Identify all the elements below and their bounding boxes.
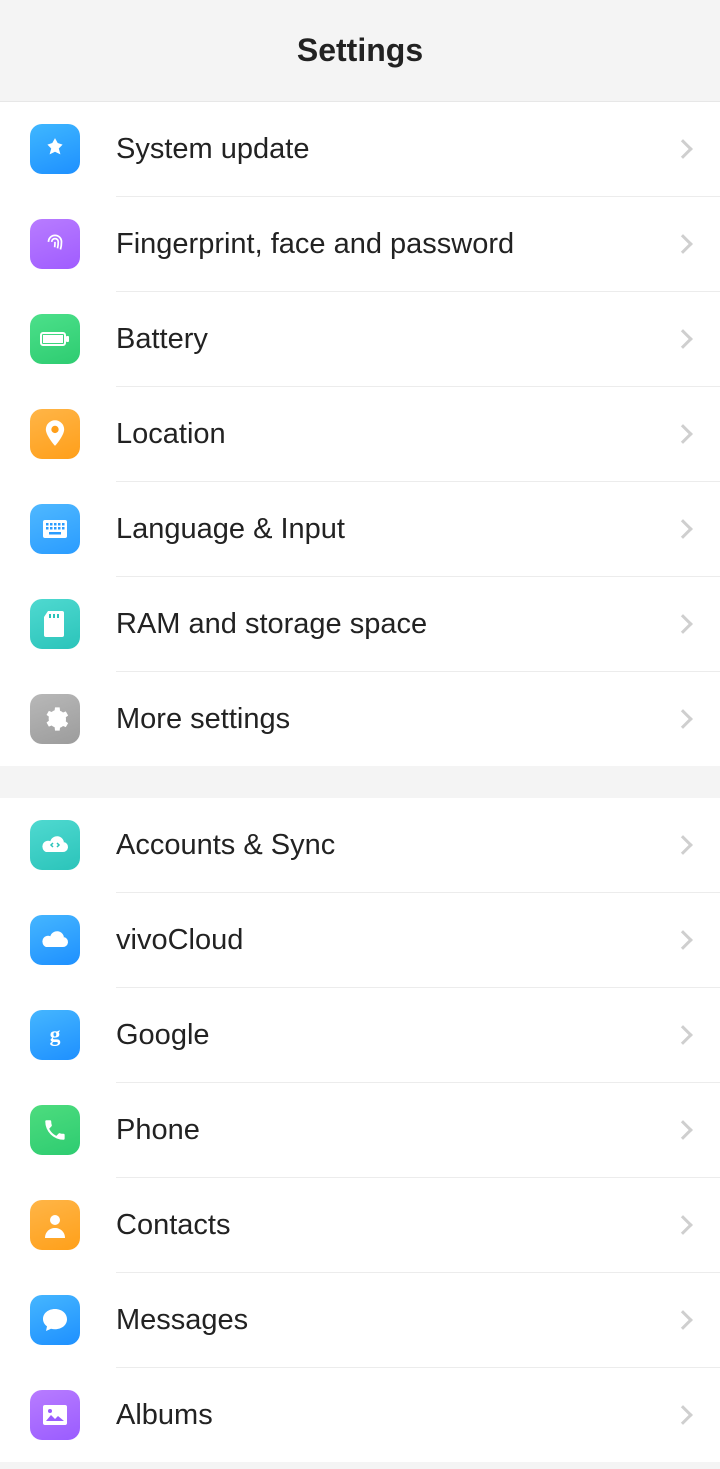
chevron-right-icon <box>673 930 693 950</box>
chevron-right-icon <box>673 709 693 729</box>
item-label: System update <box>116 133 676 166</box>
settings-item-fingerprint[interactable]: Fingerprint, face and password <box>0 197 720 291</box>
cloud-icon <box>30 915 80 965</box>
sd-card-icon <box>30 599 80 649</box>
system-update-icon <box>30 124 80 174</box>
settings-item-phone[interactable]: Phone <box>0 1083 720 1177</box>
picture-icon <box>30 1390 80 1440</box>
settings-item-battery[interactable]: Battery <box>0 292 720 386</box>
item-label: More settings <box>116 703 676 736</box>
chevron-right-icon <box>673 1120 693 1140</box>
chevron-right-icon <box>673 1405 693 1425</box>
item-label: Google <box>116 1019 676 1052</box>
settings-item-accounts-sync[interactable]: Accounts & Sync <box>0 798 720 892</box>
settings-group-accounts-apps: Accounts & Sync vivoCloud g Google Phone… <box>0 798 720 1462</box>
item-label: Location <box>116 418 676 451</box>
settings-item-language-input[interactable]: Language & Input <box>0 482 720 576</box>
item-label: Accounts & Sync <box>116 829 676 862</box>
svg-text:g: g <box>50 1023 61 1047</box>
settings-item-albums[interactable]: Albums <box>0 1368 720 1462</box>
item-label: Battery <box>116 323 676 356</box>
settings-item-vivocloud[interactable]: vivoCloud <box>0 893 720 987</box>
settings-item-google[interactable]: g Google <box>0 988 720 1082</box>
chevron-right-icon <box>673 1215 693 1235</box>
item-label: vivoCloud <box>116 924 676 957</box>
cloud-sync-icon <box>30 820 80 870</box>
google-icon: g <box>30 1010 80 1060</box>
settings-item-ram-storage[interactable]: RAM and storage space <box>0 577 720 671</box>
item-label: Contacts <box>116 1209 676 1242</box>
fingerprint-icon <box>30 219 80 269</box>
item-label: Albums <box>116 1399 676 1432</box>
header: Settings <box>0 0 720 102</box>
chevron-right-icon <box>673 329 693 349</box>
item-label: Phone <box>116 1114 676 1147</box>
chevron-right-icon <box>673 614 693 634</box>
chevron-right-icon <box>673 139 693 159</box>
location-pin-icon <box>30 409 80 459</box>
item-label: Fingerprint, face and password <box>116 228 676 261</box>
phone-icon <box>30 1105 80 1155</box>
chevron-right-icon <box>673 1310 693 1330</box>
page-title: Settings <box>297 32 423 69</box>
settings-group-system: System update Fingerprint, face and pass… <box>0 102 720 766</box>
settings-item-contacts[interactable]: Contacts <box>0 1178 720 1272</box>
item-label: RAM and storage space <box>116 608 676 641</box>
person-icon <box>30 1200 80 1250</box>
chat-bubble-icon <box>30 1295 80 1345</box>
item-label: Messages <box>116 1304 676 1337</box>
chevron-right-icon <box>673 234 693 254</box>
settings-item-location[interactable]: Location <box>0 387 720 481</box>
settings-item-more-settings[interactable]: More settings <box>0 672 720 766</box>
chevron-right-icon <box>673 1025 693 1045</box>
gear-icon <box>30 694 80 744</box>
item-label: Language & Input <box>116 513 676 546</box>
battery-icon <box>30 314 80 364</box>
chevron-right-icon <box>673 835 693 855</box>
chevron-right-icon <box>673 519 693 539</box>
settings-item-messages[interactable]: Messages <box>0 1273 720 1367</box>
settings-item-system-update[interactable]: System update <box>0 102 720 196</box>
keyboard-icon <box>30 504 80 554</box>
chevron-right-icon <box>673 424 693 444</box>
